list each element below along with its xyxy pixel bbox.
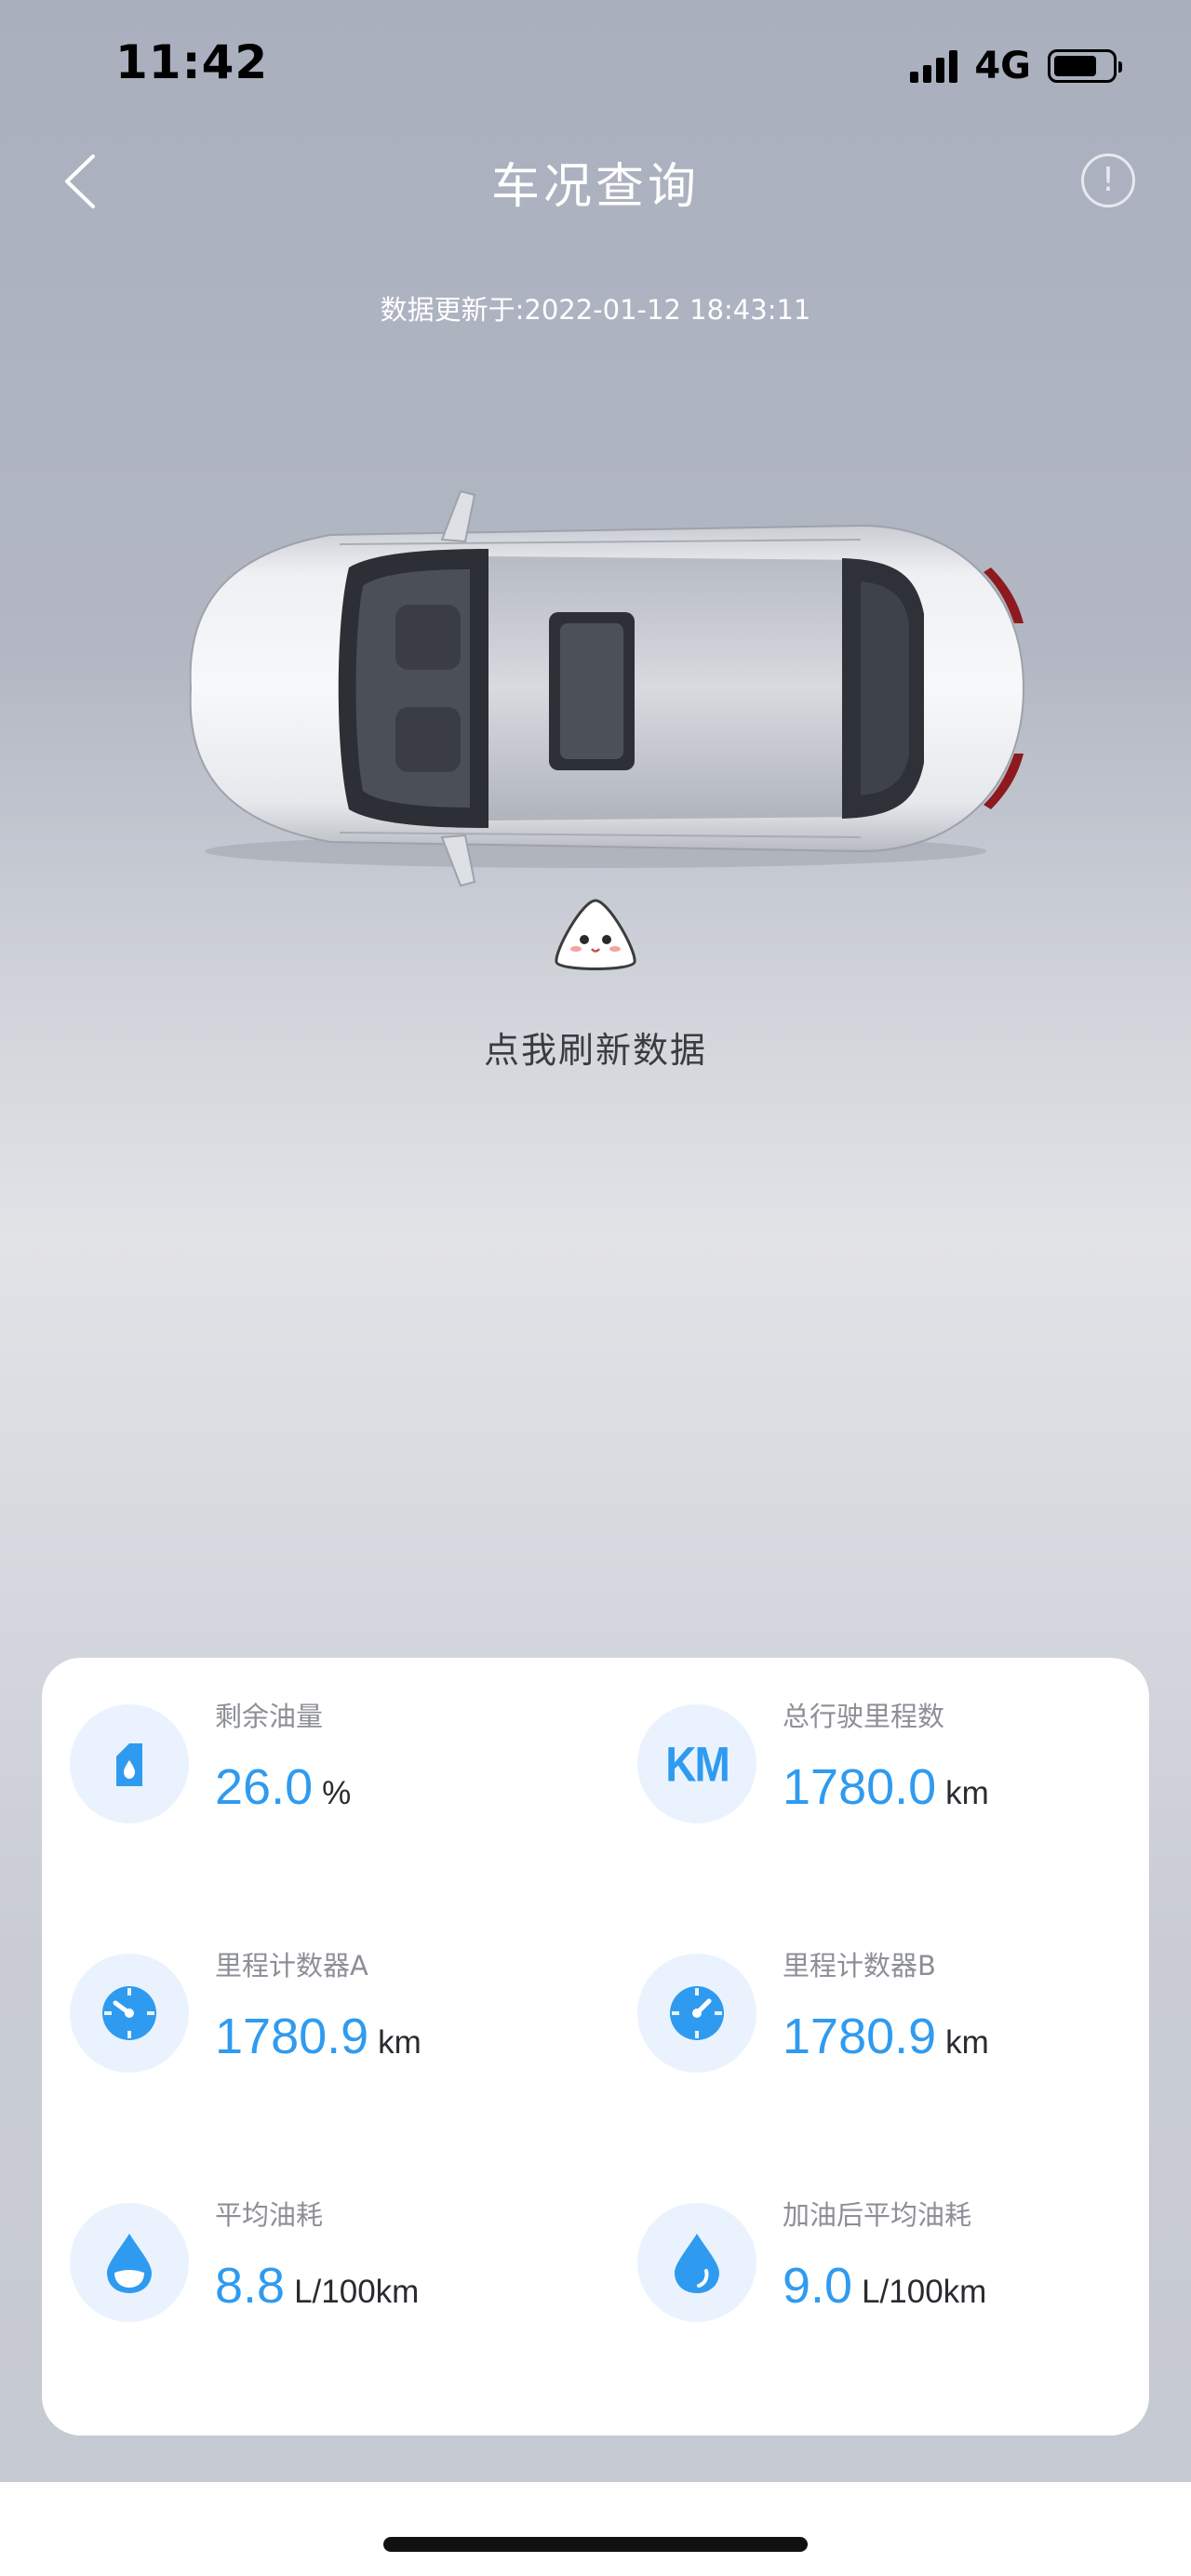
stat-average-fuel-consumption: 平均油耗 8.8 L/100km <box>42 2156 563 2342</box>
stat-unit: % <box>322 1775 352 1811</box>
rice-ball-mascot-icon[interactable] <box>551 897 640 973</box>
stat-total-mileage: KM 总行驶里程数 1780.0 km <box>609 1658 1131 1844</box>
stat-label: 里程计数器A <box>215 1950 368 1982</box>
info-button[interactable]: ! <box>1081 153 1135 207</box>
battery-icon <box>1048 49 1122 83</box>
stat-value-row: 1780.9 km <box>783 2008 989 2065</box>
exclamation-icon: ! <box>1101 161 1116 199</box>
cellular-signal-icon <box>910 49 958 83</box>
stat-unit: km <box>945 1775 989 1811</box>
stat-unit: L/100km <box>294 2274 420 2310</box>
stat-value-row: 1780.9 km <box>215 2008 422 2065</box>
stat-value-row: 8.8 L/100km <box>215 2257 419 2315</box>
stat-value: 8.8 <box>215 2258 286 2314</box>
gauge-icon <box>70 1954 189 2073</box>
stat-label: 剩余油量 <box>215 1701 324 1732</box>
page-title: 车况查询 <box>490 159 700 215</box>
car-top-view-image[interactable] <box>154 474 1037 902</box>
stat-value-row: 26.0% <box>215 1758 351 1816</box>
status-time: 11:42 <box>115 35 269 89</box>
network-type: 4G <box>974 45 1031 87</box>
stat-average-consumption-after-refuel: 加油后平均油耗 9.0 L/100km <box>609 2156 1131 2342</box>
stat-value: 9.0 <box>783 2258 853 2314</box>
stat-label: 加油后平均油耗 <box>783 2199 972 2231</box>
stat-value: 1780.0 <box>783 1759 937 1815</box>
status-indicators: 4G <box>910 45 1122 87</box>
car-status-screen: 11:42 4G 车况查询 ! 数据更新于:2022-01-12 18:43:1… <box>0 0 1191 2482</box>
home-indicator[interactable] <box>383 2537 808 2552</box>
stat-unit: km <box>378 2024 422 2061</box>
refresh-data-button[interactable]: 点我刷新数据 <box>0 1021 1191 1073</box>
fuel-can-icon <box>70 1704 189 1823</box>
stat-label: 平均油耗 <box>215 2199 324 2231</box>
stat-value: 26.0 <box>215 1759 314 1815</box>
fuel-drop-icon <box>70 2203 189 2322</box>
km-icon-text: KM <box>665 1736 730 1792</box>
update-timestamp: 数据更新于:2022-01-12 18:43:11 <box>380 294 811 326</box>
stat-trip-meter-b: 里程计数器B 1780.9 km <box>609 1907 1131 2093</box>
vehicle-stats-card: 剩余油量 26.0% KM 总行驶里程数 1780.0 km 里程计数器A 17… <box>42 1658 1149 2436</box>
stat-value-row: 1780.0 km <box>783 1758 989 1816</box>
stat-value: 1780.9 <box>215 2009 369 2064</box>
drop-icon <box>637 2203 756 2322</box>
stat-value: 1780.9 <box>783 2009 937 2064</box>
stat-unit: L/100km <box>862 2274 987 2310</box>
km-icon: KM <box>637 1704 756 1823</box>
stat-label: 总行驶里程数 <box>783 1701 945 1732</box>
stat-label: 里程计数器B <box>783 1950 936 1982</box>
stat-unit: km <box>945 2024 989 2061</box>
stat-fuel-remaining: 剩余油量 26.0% <box>42 1658 563 1844</box>
stat-trip-meter-a: 里程计数器A 1780.9 km <box>42 1907 563 2093</box>
stat-value-row: 9.0 L/100km <box>783 2257 986 2315</box>
gauge-icon <box>637 1954 756 2073</box>
